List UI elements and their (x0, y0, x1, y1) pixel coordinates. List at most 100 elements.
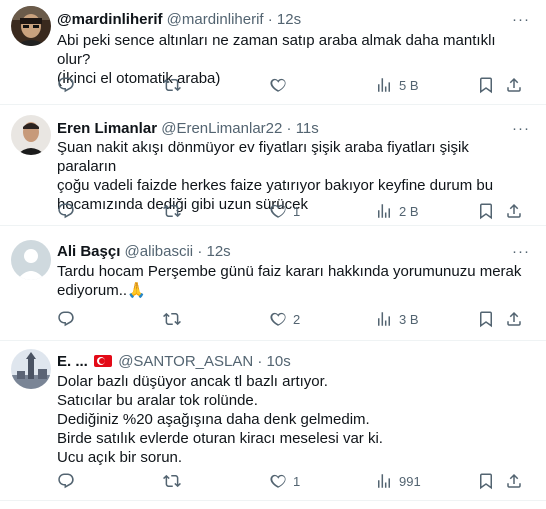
display-name[interactable]: Eren Limanlar (57, 120, 157, 137)
reply-button[interactable] (57, 201, 75, 221)
views-button[interactable]: 991 (375, 471, 421, 491)
share-icon (505, 76, 523, 94)
user-handle[interactable]: @ErenLimanlar22 (161, 120, 282, 137)
like-icon (269, 472, 287, 490)
user-handle[interactable]: @SANTOR_ASLAN (118, 353, 253, 370)
tweet-header: @mardinliherif @mardinliherif · 12s (57, 10, 301, 29)
retweet-icon (163, 472, 181, 490)
tweet-line: çoğu vadeli faizde herkes faize yatırıyo… (57, 177, 494, 194)
like-icon (269, 202, 287, 220)
bookmark-button[interactable] (477, 201, 495, 221)
views-button[interactable]: 5 B (375, 75, 419, 95)
views-button[interactable]: 2 B (375, 201, 419, 221)
views-icon (375, 76, 393, 94)
avatar-image (11, 6, 51, 46)
retweet-icon (163, 202, 181, 220)
like-button[interactable]: 2 (269, 309, 300, 329)
share-button[interactable] (505, 201, 523, 221)
action-bar: 2 3 B (57, 309, 527, 329)
bookmark-button[interactable] (477, 75, 495, 95)
user-handle[interactable]: @mardinliherif (167, 11, 264, 28)
tweet-text: Dolar bazlı düşüyor ancak tl bazlı artıy… (57, 372, 527, 467)
reply-icon (57, 202, 75, 220)
tweet-line: Tardu hocam Perşembe günü faiz kararı ha… (57, 263, 522, 280)
reply-button[interactable] (57, 471, 75, 491)
separator: · (286, 120, 292, 137)
separator: · (257, 353, 263, 370)
bookmark-icon (477, 472, 495, 490)
views-icon (375, 472, 393, 490)
views-count: 3 B (399, 311, 419, 327)
like-button[interactable] (269, 75, 293, 95)
retweet-icon (163, 310, 181, 328)
display-name[interactable]: @mardinliherif (57, 11, 162, 28)
tweet-header: Eren Limanlar @ErenLimanlar22 · 11s (57, 119, 319, 138)
action-bar: 1 2 B (57, 201, 527, 221)
avatar[interactable] (11, 240, 51, 280)
tweet-line: Satıcılar bu aralar tok rolünde. (57, 392, 258, 409)
tweet-line: Abi peki sence altınları ne zaman satıp … (57, 32, 496, 68)
tweet-line: Birde satılık evlerde oturan kiracı mese… (57, 430, 383, 447)
user-handle[interactable]: @alibascii (125, 243, 194, 260)
turkish-flag-icon (94, 355, 113, 367)
views-count: 991 (399, 473, 421, 489)
reply-icon (57, 310, 75, 328)
more-icon[interactable]: ··· (512, 12, 530, 27)
tweet-1[interactable]: @mardinliherif @mardinliherif · 12s ··· … (0, 0, 546, 104)
avatar-image (11, 115, 51, 155)
tweet-4[interactable]: E. ... @SANTOR_ASLAN · 10s Dolar bazlı d… (0, 341, 546, 501)
default-avatar-icon (11, 240, 51, 280)
retweet-button[interactable] (163, 471, 181, 491)
views-button[interactable]: 3 B (375, 309, 419, 329)
bookmark-button[interactable] (477, 309, 495, 329)
separator: · (267, 11, 273, 28)
tweet-line: Dediğiniz %20 aşağışına daha denk gelmed… (57, 411, 370, 428)
action-bar: 1 991 (57, 471, 527, 491)
like-count: 2 (293, 311, 301, 327)
retweet-button[interactable] (163, 201, 181, 221)
like-icon (269, 310, 287, 328)
display-name[interactable]: Ali Başçı (57, 243, 120, 260)
views-icon (375, 202, 393, 220)
retweet-button[interactable] (163, 75, 181, 95)
share-icon (505, 472, 523, 490)
like-icon (269, 76, 287, 94)
views-count: 5 B (399, 77, 419, 93)
share-icon (505, 310, 523, 328)
tweet-text: Tardu hocam Perşembe günü faiz kararı ha… (57, 262, 527, 300)
tweet-header: E. ... @SANTOR_ASLAN · 10s (57, 352, 291, 371)
tweet-line: ediyorum..🙏 (57, 282, 146, 299)
share-button[interactable] (505, 75, 523, 95)
share-button[interactable] (505, 471, 523, 491)
retweet-button[interactable] (163, 309, 181, 329)
like-button[interactable]: 1 (269, 201, 300, 221)
action-bar: 5 B (57, 75, 527, 95)
timestamp[interactable]: 11s (296, 120, 319, 137)
avatar[interactable] (11, 349, 51, 389)
reply-button[interactable] (57, 75, 75, 95)
like-button[interactable]: 1 (269, 471, 300, 491)
timestamp[interactable]: 12s (277, 11, 301, 28)
reply-button[interactable] (57, 309, 75, 329)
tweet-line: Dolar bazlı düşüyor ancak tl bazlı artıy… (57, 373, 328, 390)
like-count: 1 (293, 203, 301, 219)
bookmark-button[interactable] (477, 471, 495, 491)
display-name[interactable]: E. ... (57, 353, 88, 370)
share-button[interactable] (505, 309, 523, 329)
tweet-header: Ali Başçı @alibascii · 12s (57, 242, 231, 261)
views-count: 2 B (399, 203, 419, 219)
tweet-line: Şuan nakit akışı dönmüyor ev fiyatları ş… (57, 139, 469, 175)
avatar[interactable] (11, 115, 51, 155)
timestamp[interactable]: 10s (267, 353, 291, 370)
more-icon[interactable]: ··· (512, 121, 530, 136)
timestamp[interactable]: 12s (206, 243, 230, 260)
tweet-3[interactable]: Ali Başçı @alibascii · 12s ··· Tardu hoc… (0, 226, 546, 340)
reply-icon (57, 472, 75, 490)
more-icon[interactable]: ··· (512, 244, 530, 259)
views-icon (375, 310, 393, 328)
tweet-line: Ucu açık bir sorun. (57, 449, 183, 466)
reply-icon (57, 76, 75, 94)
retweet-icon (163, 76, 181, 94)
avatar[interactable] (11, 6, 51, 46)
tweet-2[interactable]: Eren Limanlar @ErenLimanlar22 · 11s ··· … (0, 105, 546, 225)
